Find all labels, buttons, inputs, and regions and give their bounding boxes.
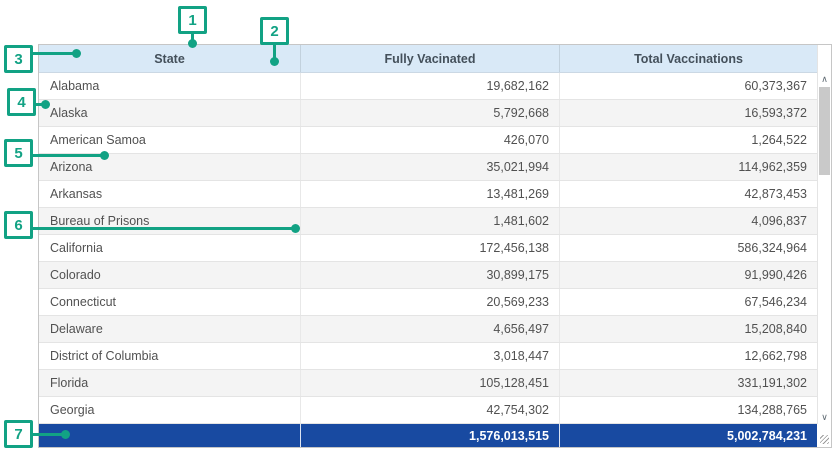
- cell-fully-vaccinated[interactable]: 105,128,451: [300, 370, 559, 396]
- callout-dot: [61, 430, 70, 439]
- scrollbar-thumb[interactable]: [819, 87, 830, 175]
- cell-state[interactable]: Arizona: [39, 154, 300, 180]
- callout-line: [30, 154, 102, 157]
- cell-state[interactable]: District of Columbia: [39, 343, 300, 369]
- callout-dot: [100, 151, 109, 160]
- cell-fully-vaccinated[interactable]: 30,899,175: [300, 262, 559, 288]
- cell-state[interactable]: Delaware: [39, 316, 300, 342]
- cell-total-vaccinations[interactable]: 4,096,837: [559, 208, 817, 234]
- table-header-row: State Fully Vacinated Total Vaccinations: [39, 45, 817, 73]
- cell-total-vaccinations[interactable]: 114,962,359: [559, 154, 817, 180]
- cell-state[interactable]: California: [39, 235, 300, 261]
- cell-total-vaccinations[interactable]: 15,208,840: [559, 316, 817, 342]
- cell-fully-vaccinated[interactable]: 1,481,602: [300, 208, 559, 234]
- cell-state[interactable]: American Samoa: [39, 127, 300, 153]
- column-header-fully-vaccinated[interactable]: Fully Vacinated: [300, 45, 559, 72]
- table-row[interactable]: Arkansas 13,481,269 42,873,453: [39, 181, 817, 208]
- table-row[interactable]: Bureau of Prisons 1,481,602 4,096,837: [39, 208, 817, 235]
- cell-state[interactable]: Connecticut: [39, 289, 300, 315]
- cell-fully-vaccinated[interactable]: 3,018,447: [300, 343, 559, 369]
- cell-fully-vaccinated[interactable]: 426,070: [300, 127, 559, 153]
- cell-fully-vaccinated[interactable]: 20,569,233: [300, 289, 559, 315]
- cell-fully-vaccinated[interactable]: 13,481,269: [300, 181, 559, 207]
- callout-box-7: 7: [4, 420, 33, 448]
- table-row[interactable]: Arizona 35,021,994 114,962,359: [39, 154, 817, 181]
- table-row[interactable]: Connecticut 20,569,233 67,546,234: [39, 289, 817, 316]
- resize-handle-icon[interactable]: [820, 435, 829, 444]
- cell-state[interactable]: Georgia: [39, 397, 300, 423]
- cell-total-vaccinations[interactable]: 16,593,372: [559, 100, 817, 126]
- table-row[interactable]: American Samoa 426,070 1,264,522: [39, 127, 817, 154]
- cell-total-vaccinations[interactable]: 586,324,964: [559, 235, 817, 261]
- callout-box-3: 3: [4, 45, 33, 73]
- cell-total-vaccinations[interactable]: 67,546,234: [559, 289, 817, 315]
- cell-total-vaccinations[interactable]: 42,873,453: [559, 181, 817, 207]
- callout-dot: [270, 57, 279, 66]
- summary-total-vaccinations: 5,002,784,231: [559, 424, 817, 447]
- cell-total-vaccinations[interactable]: 91,990,426: [559, 262, 817, 288]
- cell-state[interactable]: Florida: [39, 370, 300, 396]
- callout-label: 3: [14, 51, 22, 68]
- table-row[interactable]: California 172,456,138 586,324,964: [39, 235, 817, 262]
- callout-dot: [188, 39, 197, 48]
- summary-state-cell: [39, 424, 300, 447]
- callout-dot: [72, 49, 81, 58]
- callout-box-5: 5: [4, 139, 33, 167]
- screenshot-canvas: State Fully Vacinated Total Vaccinations…: [0, 0, 833, 453]
- cell-fully-vaccinated[interactable]: 5,792,668: [300, 100, 559, 126]
- callout-line: [30, 52, 74, 55]
- callout-label: 2: [270, 23, 278, 40]
- callout-label: 1: [188, 12, 196, 29]
- cell-fully-vaccinated[interactable]: 35,021,994: [300, 154, 559, 180]
- callout-label: 7: [14, 426, 22, 443]
- cell-total-vaccinations[interactable]: 60,373,367: [559, 73, 817, 99]
- table-row[interactable]: Alaska 5,792,668 16,593,372: [39, 100, 817, 127]
- cell-fully-vaccinated[interactable]: 42,754,302: [300, 397, 559, 423]
- table-row[interactable]: Florida 105,128,451 331,191,302: [39, 370, 817, 397]
- callout-line: [30, 433, 63, 436]
- summary-row[interactable]: 1,576,013,515 5,002,784,231: [39, 424, 817, 447]
- table-row[interactable]: Alabama 19,682,162 60,373,367: [39, 73, 817, 100]
- callout-label: 5: [14, 145, 22, 162]
- table-row[interactable]: Georgia 42,754,302 134,288,765: [39, 397, 817, 424]
- scroll-down-icon[interactable]: ∨: [818, 412, 831, 422]
- cell-state[interactable]: Arkansas: [39, 181, 300, 207]
- callout-box-6: 6: [4, 211, 33, 239]
- cell-total-vaccinations[interactable]: 134,288,765: [559, 397, 817, 423]
- callout-label: 6: [14, 217, 22, 234]
- column-header-total-vaccinations[interactable]: Total Vaccinations: [559, 45, 817, 72]
- cell-state[interactable]: Colorado: [39, 262, 300, 288]
- cell-total-vaccinations[interactable]: 12,662,798: [559, 343, 817, 369]
- callout-dot: [291, 224, 300, 233]
- vertical-scrollbar[interactable]: ∧ ∨: [817, 45, 831, 424]
- cell-state[interactable]: Alabama: [39, 73, 300, 99]
- callout-dot: [41, 100, 50, 109]
- cell-fully-vaccinated[interactable]: 19,682,162: [300, 73, 559, 99]
- scroll-up-icon[interactable]: ∧: [818, 74, 831, 84]
- cell-state[interactable]: Alaska: [39, 100, 300, 126]
- callout-box-1: 1: [178, 6, 207, 34]
- table-row[interactable]: Delaware 4,656,497 15,208,840: [39, 316, 817, 343]
- cell-fully-vaccinated[interactable]: 172,456,138: [300, 235, 559, 261]
- cell-total-vaccinations[interactable]: 1,264,522: [559, 127, 817, 153]
- cell-fully-vaccinated[interactable]: 4,656,497: [300, 316, 559, 342]
- table-row[interactable]: Colorado 30,899,175 91,990,426: [39, 262, 817, 289]
- callout-box-4: 4: [7, 88, 36, 116]
- vaccination-table: State Fully Vacinated Total Vaccinations…: [38, 44, 832, 448]
- callout-line: [30, 227, 293, 230]
- cell-total-vaccinations[interactable]: 331,191,302: [559, 370, 817, 396]
- table-body: Alabama 19,682,162 60,373,367 Alaska 5,7…: [39, 73, 817, 424]
- callout-box-2: 2: [260, 17, 289, 45]
- summary-fully-vaccinated: 1,576,013,515: [300, 424, 559, 447]
- cell-state[interactable]: Bureau of Prisons: [39, 208, 300, 234]
- table-row[interactable]: District of Columbia 3,018,447 12,662,79…: [39, 343, 817, 370]
- callout-label: 4: [17, 94, 25, 111]
